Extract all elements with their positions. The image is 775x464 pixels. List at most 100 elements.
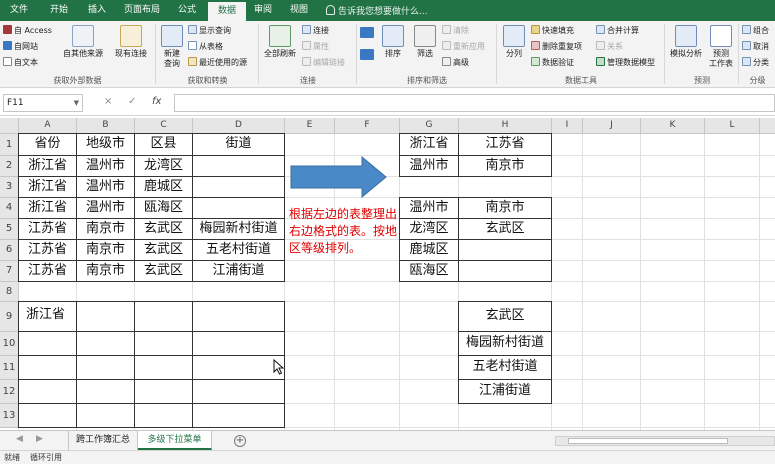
table-cell[interactable] [193, 177, 285, 198]
result-cell[interactable]: 五老村街道 [458, 356, 552, 380]
result-cell[interactable]: 江苏省 [459, 133, 552, 156]
filter-button[interactable]: 筛选 [412, 25, 438, 59]
table-cell[interactable]: 龙湾区 [135, 156, 193, 177]
column-header-m[interactable]: M [760, 118, 775, 134]
recent-sources-button[interactable]: 最近使用的源 [188, 56, 247, 69]
subtotal-button[interactable]: 分类 [742, 56, 769, 69]
input-table-cell[interactable] [135, 380, 193, 404]
row-header-8[interactable]: 8 [0, 282, 19, 302]
result-cell[interactable] [459, 240, 552, 261]
ungroup-button[interactable]: 取消 [742, 40, 769, 53]
chevron-down-icon[interactable]: ▼ [74, 95, 79, 111]
input-table-cell[interactable] [77, 356, 135, 380]
input-table-cell[interactable] [135, 301, 193, 332]
table-cell[interactable]: 江苏省 [18, 240, 77, 261]
row-header-5[interactable]: 5 [0, 219, 19, 240]
input-table-cell[interactable] [77, 404, 135, 428]
result-cell[interactable]: 温州市 [399, 197, 459, 219]
enter-formula-button[interactable]: ✓ [128, 96, 136, 107]
table-cell[interactable]: 鹿城区 [135, 177, 193, 198]
table-cell[interactable]: 五老村街道 [193, 240, 285, 261]
table-header-cell[interactable]: 省份 [18, 133, 77, 156]
tab-home[interactable]: 开始 [44, 0, 74, 21]
table-cell[interactable]: 玄武区 [135, 219, 193, 240]
row-header-10[interactable]: 10 [0, 332, 19, 356]
insert-function-button[interactable]: fx [152, 96, 161, 107]
column-header-k[interactable]: K [641, 118, 705, 134]
result-cell[interactable]: 江浦街道 [458, 380, 552, 404]
table-cell[interactable]: 江苏省 [18, 261, 77, 282]
result-cell[interactable]: 温州市 [399, 156, 459, 177]
result-cell[interactable]: 南京市 [459, 156, 552, 177]
input-table-cell[interactable] [77, 301, 135, 332]
table-cell[interactable]: 浙江省 [18, 156, 77, 177]
table-header-cell[interactable]: 区县 [135, 133, 193, 156]
input-table-cell[interactable] [18, 356, 77, 380]
row-header-1[interactable]: 1 [0, 134, 19, 156]
connections-button[interactable]: 连接 [302, 24, 329, 37]
input-table-cell[interactable] [135, 332, 193, 356]
table-cell[interactable]: 梅园新村街道 [193, 219, 285, 240]
row-header-2[interactable]: 2 [0, 156, 19, 177]
input-table-cell[interactable] [135, 404, 193, 428]
input-table-cell[interactable] [18, 380, 77, 404]
text-to-columns-button[interactable]: 分列 [500, 25, 528, 59]
column-header-g[interactable]: G [400, 118, 459, 134]
worksheet-grid[interactable]: ABCDEFGHIJKLM12345678910111213省份地级市区县街道浙… [0, 118, 775, 430]
sort-button[interactable]: 排序 [380, 25, 406, 59]
result-cell[interactable]: 瓯海区 [399, 261, 459, 282]
row-header-7[interactable]: 7 [0, 261, 19, 282]
result-cell[interactable]: 龙湾区 [399, 219, 459, 240]
row-header-4[interactable]: 4 [0, 198, 19, 219]
manage-data-model-button[interactable]: 管理数据模型 [596, 56, 655, 69]
table-cell[interactable]: 玄武区 [135, 261, 193, 282]
horizontal-scrollbar[interactable] [555, 436, 775, 446]
flash-fill-button[interactable]: 快速填充 [531, 24, 574, 37]
table-header-cell[interactable]: 地级市 [77, 133, 135, 156]
advanced-filter-button[interactable]: 高级 [442, 56, 469, 69]
input-table-cell[interactable] [18, 404, 77, 428]
row-header-13[interactable]: 13 [0, 404, 19, 428]
tab-file[interactable]: 文件 [4, 0, 34, 21]
input-table-cell[interactable] [77, 380, 135, 404]
tab-review[interactable]: 审阅 [248, 0, 278, 21]
edit-links-button[interactable]: 编辑链接 [302, 56, 345, 69]
row-header-3[interactable]: 3 [0, 177, 19, 198]
row-header-6[interactable]: 6 [0, 240, 19, 261]
from-access-button[interactable]: 自 Access [3, 24, 52, 37]
table-cell[interactable]: 南京市 [77, 240, 135, 261]
table-cell[interactable]: 瓯海区 [135, 198, 193, 219]
tab-view[interactable]: 视图 [284, 0, 314, 21]
from-web-button[interactable]: 自网站 [3, 40, 38, 53]
result-cell[interactable]: 梅园新村街道 [458, 332, 552, 356]
tab-data[interactable]: 数据 [208, 2, 246, 21]
scrollbar-thumb[interactable] [568, 438, 728, 444]
properties-button[interactable]: 属性 [302, 40, 329, 53]
input-table-cell[interactable] [193, 356, 285, 380]
input-table-cell[interactable] [193, 332, 285, 356]
row-header-12[interactable]: 12 [0, 380, 19, 404]
result-cell[interactable]: 玄武区 [458, 301, 552, 332]
data-validation-button[interactable]: 数据验证 [531, 56, 574, 69]
tab-formulas[interactable]: 公式 [172, 0, 202, 21]
row-header-9[interactable]: 9 [0, 302, 19, 332]
table-cell[interactable]: 浙江省 [18, 198, 77, 219]
column-header-h[interactable]: H [459, 118, 552, 134]
table-cell[interactable]: 南京市 [77, 219, 135, 240]
formula-input[interactable] [174, 94, 775, 112]
reapply-button[interactable]: 重新应用 [442, 40, 485, 53]
new-query-button[interactable]: 新建 查询 [157, 25, 187, 69]
next-sheet-icon[interactable]: ▶ [36, 434, 43, 444]
result-cell[interactable]: 玄武区 [459, 219, 552, 240]
from-other-sources-button[interactable]: 自其他来源 [60, 25, 106, 59]
cancel-formula-button[interactable]: × [104, 96, 112, 107]
from-text-button[interactable]: 自文本 [3, 56, 38, 69]
existing-connections-button[interactable]: 现有连接 [109, 25, 153, 59]
table-cell[interactable]: 温州市 [77, 198, 135, 219]
select-all-corner[interactable] [0, 118, 19, 134]
sheet-tab-cross-workbook[interactable]: 跨工作簿汇总 [68, 431, 138, 450]
consolidate-button[interactable]: 合并计算 [596, 24, 639, 37]
prev-sheet-icon[interactable]: ◀ [16, 434, 23, 444]
input-table-cell[interactable] [193, 301, 285, 332]
column-header-d[interactable]: D [193, 118, 285, 134]
